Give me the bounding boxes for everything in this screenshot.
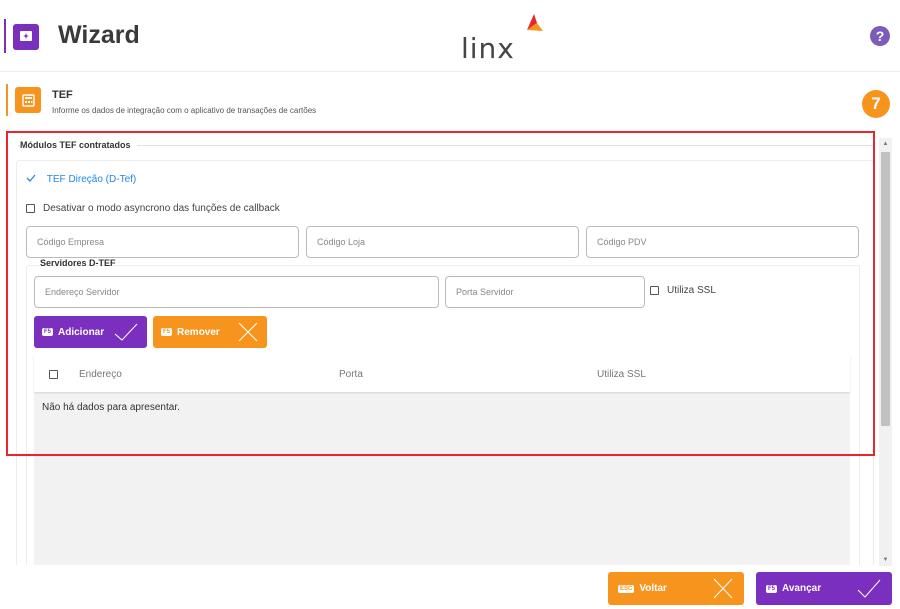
remove-server-button[interactable]: F5 Remover [153,316,267,348]
back-button-label: Voltar [639,583,667,594]
checkbox-icon [26,204,35,213]
column-endereco[interactable]: Endereço [79,369,122,380]
step-accent-bar [6,84,8,116]
step-number-badge: 7 [862,90,890,118]
key-hint: F5 [42,328,54,336]
logo-star-icon [527,14,543,31]
tef-option-label: TEF Direção (D-Tef) [46,174,137,185]
remove-button-label: Remover [177,326,220,338]
tef-direcao-option[interactable]: TEF Direção (D-Tef) [26,174,136,185]
column-utiliza-ssl[interactable]: Utiliza SSL [597,369,646,380]
key-hint: F5 [161,328,173,336]
column-porta[interactable]: Porta [339,369,363,380]
vertical-scrollbar[interactable]: ▲ ▼ [879,138,892,566]
next-button-label: Avançar [782,583,822,594]
step-description: Informe os dados de integração com o apl… [52,106,317,115]
porta-servidor-input[interactable]: Porta Servidor [445,276,645,308]
scrollbar-thumb[interactable] [881,152,890,426]
select-all-checkbox[interactable] [49,370,58,379]
header-accent-bar [4,19,6,53]
scroll-down-icon[interactable]: ▼ [879,554,892,566]
wizard-icon [13,24,39,50]
wizard-window: Wizard linx ? TEF Informe os dados de in… [0,0,900,609]
next-button[interactable]: F5 Avançar [756,572,892,605]
servers-table: Endereço Porta Utiliza SSL Não há dados … [34,355,850,565]
content-area: Módulos TEF contratados TEF Direção (D-T… [8,132,874,565]
codigo-loja-input[interactable]: Código Loja [306,226,579,258]
checkbox-icon [650,286,659,295]
key-hint: F5 [766,584,778,593]
add-server-button[interactable]: F5 Adicionar [34,316,147,348]
utiliza-ssl-checkbox[interactable]: Utiliza SSL [650,285,716,296]
check-icon [857,579,881,598]
codigo-pdv-input[interactable]: Código PDV [586,226,859,258]
modules-legend: Módulos TEF contratados [20,140,137,150]
page-title: Wizard [58,21,140,49]
key-hint: ESC [618,584,635,593]
check-icon [114,323,138,341]
logo-text: linx [461,32,515,65]
check-icon [26,174,39,185]
help-icon[interactable]: ? [870,26,890,46]
step-title: TEF [52,89,73,101]
async-checkbox[interactable]: Desativar o modo asyncrono das funções d… [26,203,280,214]
close-icon [713,578,733,599]
scroll-up-icon[interactable]: ▲ [879,138,892,150]
endereco-servidor-input[interactable]: Endereço Servidor [34,276,439,308]
servers-legend: Servidores D-TEF [40,258,116,268]
linx-logo: linx [461,12,561,65]
async-label: Desativar o modo asyncrono das funções d… [43,203,280,214]
legend-divider [18,145,874,146]
table-header: Endereço Porta Utiliza SSL [34,355,850,392]
codigo-empresa-input[interactable]: Código Empresa [26,226,299,258]
add-button-label: Adicionar [58,326,105,338]
back-button[interactable]: ESC Voltar [608,572,744,605]
empty-table-message: Não há dados para apresentar. [42,402,180,413]
step-header: TEF Informe os dados de integração com o… [0,80,900,126]
tef-icon [15,87,41,113]
close-icon [238,322,258,342]
ssl-label: Utiliza SSL [667,285,716,296]
header: Wizard linx ? [0,0,900,72]
